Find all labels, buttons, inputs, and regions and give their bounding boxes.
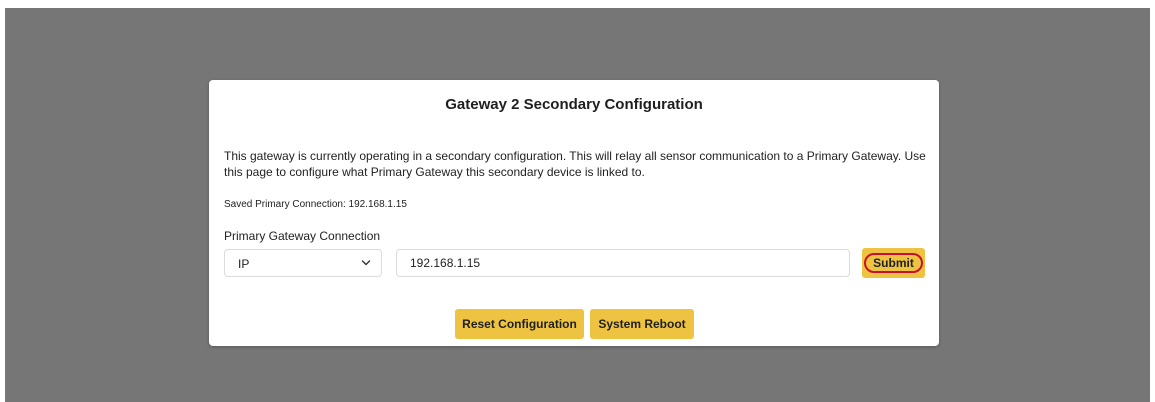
connection-field-label: Primary Gateway Connection bbox=[224, 229, 381, 243]
submit-button-label: Submit bbox=[873, 256, 914, 270]
connection-type-select[interactable]: IP bbox=[224, 249, 382, 277]
system-reboot-button[interactable]: System Reboot bbox=[590, 309, 694, 339]
connection-type-value: IP bbox=[238, 257, 250, 271]
reset-configuration-button[interactable]: Reset Configuration bbox=[455, 309, 584, 339]
dialog-title: Gateway 2 Secondary Configuration bbox=[445, 96, 703, 113]
submit-button[interactable]: Submit bbox=[862, 248, 925, 278]
chevron-down-icon bbox=[361, 260, 371, 266]
configuration-dialog: Gateway 2 Secondary Configuration This g… bbox=[209, 80, 939, 346]
saved-connection-text: Saved Primary Connection: 192.168.1.15 bbox=[224, 199, 407, 210]
gateway-address-input[interactable] bbox=[396, 249, 850, 277]
dialog-description: This gateway is currently operating in a… bbox=[224, 149, 926, 179]
